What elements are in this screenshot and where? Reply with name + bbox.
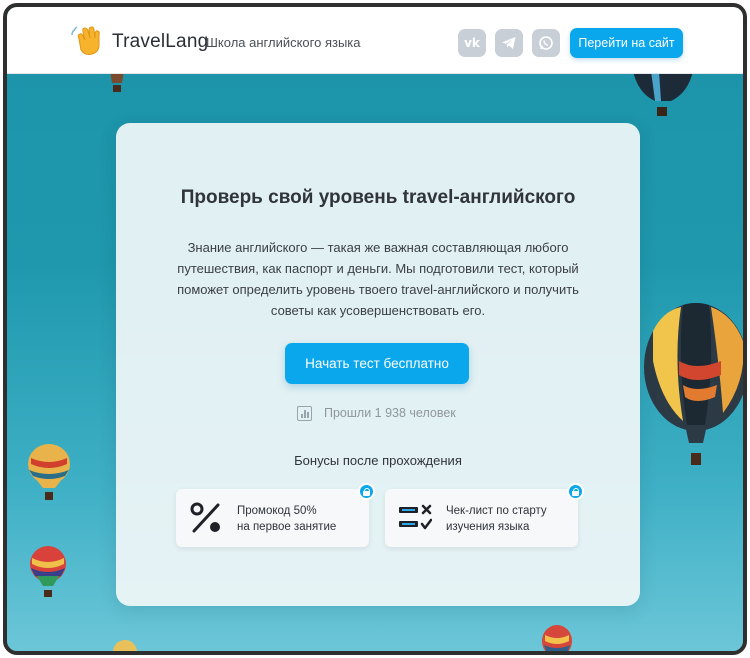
bonus-promo-line2: на первое занятие	[237, 521, 337, 533]
balloon-decor	[110, 71, 124, 92]
bonus-promo-card: Промокод 50% на первое занятие	[176, 483, 375, 547]
passed-counter: Прошли 1 938 человек	[297, 405, 456, 421]
balloon-decor	[113, 640, 137, 651]
logo-text[interactable]: TravelLang	[112, 31, 208, 53]
waving-hand-icon	[71, 26, 100, 55]
balloon-decor	[644, 303, 743, 465]
card-description: Знание английского — такая же важная сос…	[177, 240, 579, 318]
start-test-button[interactable]: Начать тест бесплатно	[285, 343, 469, 384]
bonus-checklist-card: Чек-лист по старту изучения языка	[385, 483, 584, 547]
vk-icon-label: vk	[464, 36, 480, 50]
bonus-promo-line1: Промокод 50%	[237, 505, 317, 517]
balloon-decor	[30, 546, 66, 597]
lock-icon	[567, 483, 584, 500]
balloon-decor	[542, 625, 572, 651]
telegram-plane-icon	[502, 37, 516, 49]
bonus-checklist-line2: изучения языка	[446, 521, 530, 533]
vk-icon[interactable]: vk	[458, 29, 486, 57]
tagline: Школа английского языка	[206, 35, 361, 50]
go-to-site-button[interactable]: Перейти на сайт	[570, 28, 683, 58]
whatsapp-icon[interactable]	[532, 29, 560, 57]
site-header: TravelLang Школа английского языка vk Пе…	[7, 7, 743, 74]
bonus-promo-text: Промокод 50% на первое занятие	[237, 503, 336, 535]
balloon-decor	[633, 71, 693, 116]
page-frame: TravelLang Школа английского языка vk Пе…	[3, 3, 747, 655]
passed-text: Прошли 1 938 человек	[324, 406, 456, 420]
lock-icon	[358, 483, 375, 500]
bonus-checklist-line1: Чек-лист по старту	[446, 505, 547, 517]
test-card: Проверь свой уровень travel-английского …	[116, 123, 640, 606]
percent-icon	[190, 502, 220, 533]
whatsapp-phone-icon	[539, 36, 553, 50]
telegram-icon[interactable]	[495, 29, 523, 57]
card-title: Проверь свой уровень travel-английского	[180, 187, 576, 208]
bonus-title: Бонусы после прохождения	[294, 453, 462, 468]
chart-icon	[297, 405, 312, 421]
bonus-checklist-text: Чек-лист по старту изучения языка	[446, 503, 547, 535]
balloon-decor	[28, 444, 70, 500]
checklist-icon	[399, 504, 432, 530]
